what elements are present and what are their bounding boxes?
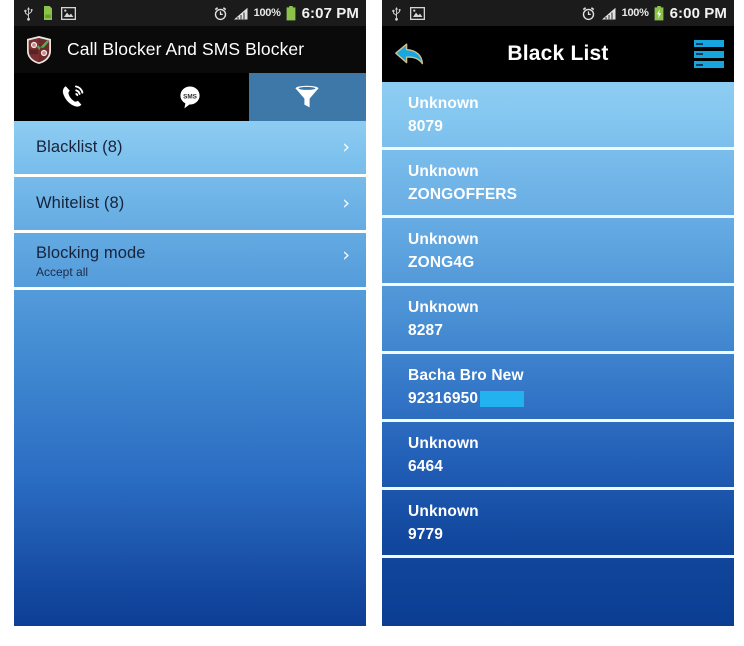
alarm-clock-icon [582, 6, 594, 20]
phone-call-icon [62, 85, 84, 107]
table-row[interactable]: Unknown ZONGOFFERS [382, 150, 734, 218]
list-item-text: Whitelist (8) [36, 194, 342, 212]
right-status-bar: 100% 6:00 PM [382, 0, 734, 26]
list-item-text: Blacklist (8) [36, 138, 342, 156]
usb-icon [392, 6, 401, 21]
picture-icon [61, 6, 76, 20]
right-status-indicators: 100% 6:00 PM [581, 4, 727, 22]
contact-name: Unknown [408, 231, 479, 248]
table-row[interactable]: Unknown 9779 [382, 490, 734, 558]
tab-filter[interactable] [248, 73, 366, 121]
chevron-right-icon: › [342, 192, 350, 214]
shield-app-icon [27, 35, 51, 64]
black-list-title-bar: Black List [382, 26, 734, 82]
page-title: Call Blocker And SMS Blocker [67, 39, 305, 59]
list-item-blocking-mode[interactable]: Blocking mode Accept all › [14, 233, 366, 290]
table-row[interactable]: Unknown ZONG4G [382, 218, 734, 286]
tab-calls[interactable] [14, 73, 132, 121]
list-item-sublabel: Accept all [36, 265, 89, 280]
chevron-right-icon: › [342, 136, 350, 158]
menu-bar-2 [694, 50, 724, 58]
picture-icon [410, 6, 425, 20]
signal-bars-icon [601, 7, 616, 19]
menu-bar-3 [694, 61, 724, 68]
battery-percent-label: 100% [253, 6, 281, 19]
contact-number: ZONGOFFERS [408, 185, 518, 203]
black-list: Unknown 8079 Unknown ZONGOFFERS Unknown … [382, 82, 734, 626]
list-item-label: Whitelist (8) [36, 194, 125, 213]
contact-name: Unknown [408, 299, 479, 316]
contact-number: 6464 [408, 457, 444, 475]
list-item-label: Blocking mode [36, 244, 146, 262]
left-status-icons [23, 6, 76, 21]
table-row[interactable]: Bacha Bro New 92316950 [382, 354, 734, 422]
contact-name: Unknown [408, 503, 479, 520]
contact-number: 92316950 [408, 389, 479, 407]
screen-title: Black List [507, 42, 609, 65]
contact-name: Unknown [408, 95, 479, 112]
contact-number: ZONG4G [408, 253, 475, 271]
contact-name: Bacha Bro New [408, 367, 524, 384]
left-phone-screen: 100% 6:07 PM Call Blocker And SMS Blocke… [14, 0, 366, 626]
sms-bubble-icon: SMS [180, 86, 200, 109]
list-menu-icon[interactable] [694, 40, 724, 68]
back-arrow-icon [395, 43, 424, 65]
sdcard-icon [44, 6, 52, 20]
contact-number: 8079 [408, 117, 444, 135]
left-status-bar: 100% 6:07 PM [14, 0, 366, 26]
svg-text:SMS: SMS [183, 93, 198, 100]
battery-full-icon [286, 5, 296, 20]
usb-icon [24, 6, 33, 21]
table-row[interactable]: Unknown 8079 [382, 82, 734, 150]
list-item-whitelist[interactable]: Whitelist (8) › [14, 177, 366, 233]
status-time: 6:00 PM [669, 4, 727, 22]
contact-name: Unknown [408, 435, 479, 452]
app-title-bar: Call Blocker And SMS Blocker [14, 26, 366, 73]
menu-bar-1 [694, 40, 724, 47]
list-item-blacklist[interactable]: Blacklist (8) › [14, 121, 366, 177]
list-item-text: Blocking mode Accept all [36, 244, 342, 279]
settings-list: Blacklist (8) › Whitelist (8) › Blocking… [14, 121, 366, 626]
contact-name: Unknown [408, 163, 479, 180]
table-row[interactable]: Unknown 6464 [382, 422, 734, 490]
right-status-icons [391, 6, 425, 21]
table-row[interactable]: Unknown 8287 [382, 286, 734, 354]
alarm-clock-icon [214, 6, 226, 20]
back-button[interactable] [394, 37, 434, 71]
tab-bar: SMS [14, 73, 366, 121]
screenshot-canvas: 100% 6:07 PM Call Blocker And SMS Blocke… [0, 0, 744, 646]
battery-percent-label: 100% [621, 6, 649, 19]
contact-number: 8287 [408, 321, 444, 339]
chevron-right-icon: › [342, 244, 350, 266]
battery-charging-icon [654, 5, 664, 20]
funnel-filter-icon [295, 85, 319, 108]
contact-number-redacted: 92316950 [408, 390, 718, 408]
tab-sms[interactable]: SMS [131, 73, 249, 121]
redaction-box [480, 390, 525, 407]
status-time: 6:07 PM [301, 4, 359, 22]
left-status-indicators: 100% 6:07 PM [213, 4, 359, 22]
right-phone-screen: 100% 6:00 PM Black List Unknown 8079 Unk… [382, 0, 734, 626]
contact-number: 9779 [408, 525, 444, 543]
signal-bars-icon [233, 7, 248, 19]
list-item-label: Blacklist (8) [36, 138, 123, 157]
